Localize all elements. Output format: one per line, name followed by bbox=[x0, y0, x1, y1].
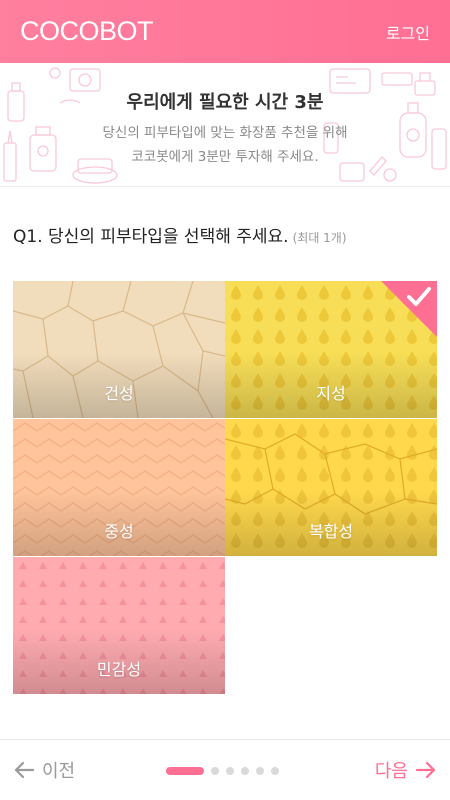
next-label: 다음 bbox=[374, 761, 408, 782]
arrow-right-icon bbox=[416, 761, 436, 779]
step-indicator bbox=[166, 767, 279, 775]
prev-label: 이전 bbox=[42, 761, 76, 782]
step-dot bbox=[226, 767, 234, 775]
skin-type-grid: 건성 지성 중성 복합성 민감성 bbox=[13, 281, 437, 694]
logo[interactable]: COCOBOT bbox=[20, 16, 154, 47]
skin-type-option-oily[interactable]: 지성 bbox=[225, 281, 437, 418]
skin-type-label: 복합성 bbox=[308, 522, 354, 541]
step-dot-active bbox=[166, 767, 204, 775]
question-heading: Q1. 당신의 피부타입을 선택해 주세요. (최대 1개) bbox=[13, 222, 347, 247]
intro-banner: 우리에게 필요한 시간 3분 당신의 피부타입에 맞는 화장품 추천을 위해 코… bbox=[0, 63, 450, 187]
banner-subtitle-line-1: 당신의 피부타입에 맞는 화장품 추천을 위해 bbox=[102, 125, 348, 141]
prev-button[interactable]: 이전 bbox=[14, 757, 75, 783]
step-dot bbox=[271, 767, 279, 775]
banner-subtitle: 당신의 피부타입에 맞는 화장품 추천을 위해 코코봇에게 3분만 투자해 주세… bbox=[0, 121, 450, 169]
banner-title: 우리에게 필요한 시간 3분 bbox=[126, 92, 324, 113]
app-header: COCOBOT 로그인 bbox=[0, 0, 450, 63]
next-button[interactable]: 다음 bbox=[375, 757, 436, 783]
skin-type-option-normal[interactable]: 중성 bbox=[13, 419, 225, 556]
step-dot bbox=[241, 767, 249, 775]
step-dot bbox=[256, 767, 264, 775]
skin-type-option-combination[interactable]: 복합성 bbox=[225, 419, 437, 556]
skin-type-label: 중성 bbox=[104, 522, 134, 541]
skin-type-label: 건성 bbox=[104, 384, 134, 403]
skin-type-label: 민감성 bbox=[96, 660, 142, 679]
skin-type-label: 지성 bbox=[316, 384, 346, 403]
arrow-left-icon bbox=[14, 761, 34, 779]
selected-check-icon bbox=[381, 281, 437, 337]
step-dot bbox=[211, 767, 219, 775]
question-hint: (최대 1개) bbox=[292, 231, 347, 245]
skin-type-option-sensitive[interactable]: 민감성 bbox=[13, 557, 225, 694]
step-footer: 이전 다음 bbox=[0, 739, 450, 800]
banner-subtitle-line-2: 코코봇에게 3분만 투자해 주세요. bbox=[131, 149, 319, 165]
login-link[interactable]: 로그인 bbox=[386, 20, 430, 44]
skin-type-option-dry[interactable]: 건성 bbox=[13, 281, 225, 418]
question-text: Q1. 당신의 피부타입을 선택해 주세요. bbox=[13, 227, 289, 247]
